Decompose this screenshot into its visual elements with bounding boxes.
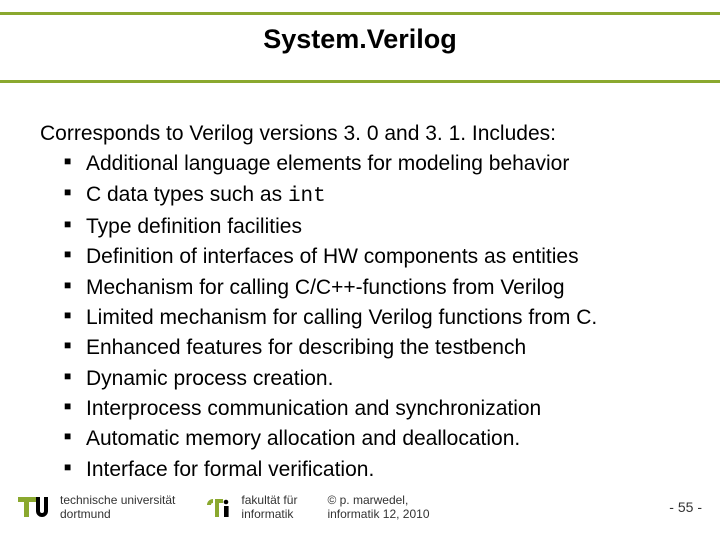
tu-logo-icon (18, 493, 52, 521)
list-item: Interface for formal verification. (64, 456, 690, 484)
page-prefix: - (669, 499, 678, 515)
bullet-text: Type definition facilities (86, 215, 302, 238)
bullet-text: Limited mechanism for calling Verilog fu… (86, 306, 597, 329)
footer-org2-line1: fakultät für (241, 493, 297, 507)
bullet-text: Mechanism for calling C/C++-functions fr… (86, 276, 565, 299)
list-item: C data types such as int (64, 181, 690, 211)
slide-title: System.Verilog (0, 24, 720, 55)
list-item: Dynamic process creation. (64, 365, 690, 393)
footer-org1-text: technische universität dortmund (60, 493, 175, 522)
list-item: Additional language elements for modelin… (64, 150, 690, 178)
footer-org2: fakultät für informatik (205, 493, 297, 522)
footer-credit-text: © p. marwedel, informatik 12, 2010 (327, 493, 429, 522)
bullet-text: Enhanced features for describing the tes… (86, 336, 526, 359)
list-item: Mechanism for calling C/C++-functions fr… (64, 274, 690, 302)
title-underline (0, 80, 720, 83)
top-rule (0, 12, 720, 15)
bullet-text: Dynamic process creation. (86, 367, 333, 390)
list-item: Enhanced features for describing the tes… (64, 334, 690, 362)
bullet-list: Additional language elements for modelin… (64, 150, 690, 484)
fi-logo-icon (205, 493, 233, 521)
bullet-text: Automatic memory allocation and dealloca… (86, 427, 520, 450)
footer-credit: © p. marwedel, informatik 12, 2010 (327, 493, 429, 522)
bullet-code: int (288, 185, 326, 208)
bullet-text: Additional language elements for modelin… (86, 152, 569, 175)
footer-org1-line1: technische universität (60, 493, 175, 507)
footer: technische universität dortmund fakultät… (18, 484, 702, 530)
footer-org2-text: fakultät für informatik (241, 493, 297, 522)
bullet-text: Definition of interfaces of HW component… (86, 245, 579, 268)
footer-org2-line2: informatik (241, 507, 297, 521)
footer-org1: technische universität dortmund (18, 493, 175, 522)
footer-org1-line2: dortmund (60, 507, 175, 521)
bullet-text: C data types such as (86, 183, 288, 206)
list-item: Type definition facilities (64, 213, 690, 241)
list-item: Interprocess communication and synchroni… (64, 395, 690, 423)
list-item: Automatic memory allocation and dealloca… (64, 425, 690, 453)
page-suffix: - (693, 499, 702, 515)
page-number: - 55 - (669, 499, 702, 515)
bullet-text: Interface for formal verification. (86, 458, 374, 481)
page-num-value: 55 (678, 499, 694, 515)
footer-credit-line2: informatik 12, 2010 (327, 507, 429, 521)
intro-text: Corresponds to Verilog versions 3. 0 and… (40, 120, 690, 148)
body-content: Corresponds to Verilog versions 3. 0 and… (40, 120, 690, 486)
list-item: Definition of interfaces of HW component… (64, 243, 690, 271)
bullet-text: Interprocess communication and synchroni… (86, 397, 541, 420)
list-item: Limited mechanism for calling Verilog fu… (64, 304, 690, 332)
footer-credit-line1: © p. marwedel, (327, 493, 429, 507)
slide: System.Verilog Corresponds to Verilog ve… (0, 0, 720, 540)
